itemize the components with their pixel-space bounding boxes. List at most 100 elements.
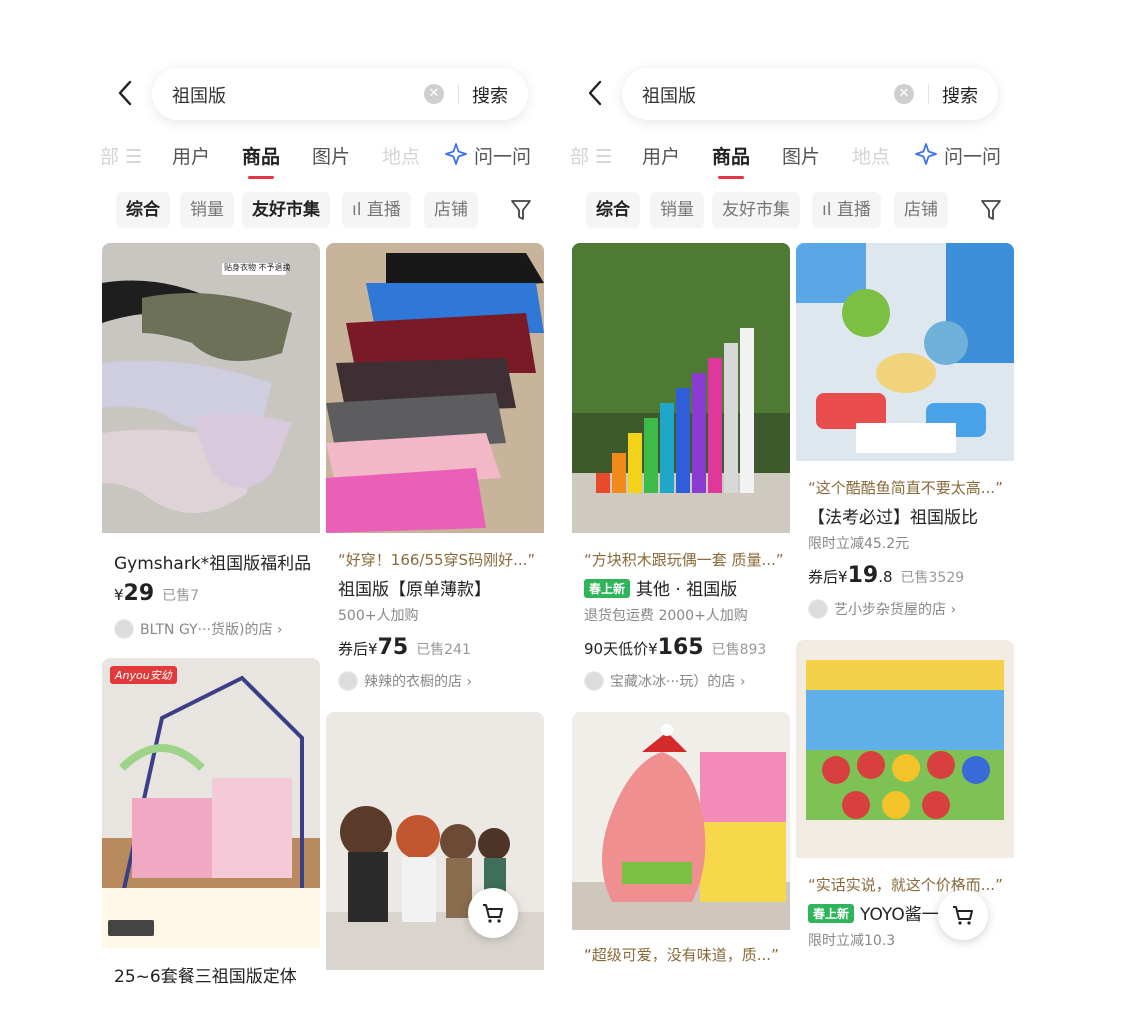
review-quote: “这个酷酷鱼简直不要太高...” <box>808 479 1003 497</box>
shop-link[interactable]: BLTN GY···货版)的店 › <box>114 619 283 639</box>
product-card[interactable] <box>326 712 544 1002</box>
chevron-right-icon: › <box>739 674 746 690</box>
product-title: 25~6套餐三祖国版定体 <box>114 967 297 987</box>
ask-sparkle-icon <box>444 142 468 166</box>
tab-ask[interactable]: 问一问 <box>474 142 531 169</box>
filter-lines-icon: ☰ <box>125 146 143 168</box>
cart-button[interactable] <box>468 888 518 938</box>
filter-live[interactable]: ıl 直播 <box>342 192 411 228</box>
product-image: 贴身衣物 不予退换 <box>102 243 320 533</box>
tab-users[interactable]: 用户 <box>172 142 210 169</box>
chevron-right-icon: › <box>950 602 957 618</box>
product-card[interactable]: Anyou安幼 25~6套餐三祖国版定体 <box>102 658 320 998</box>
search-button[interactable]: 搜索 <box>942 82 978 108</box>
product-image <box>796 243 1014 461</box>
tab-ask[interactable]: 问一问 <box>944 142 1001 169</box>
tab-places[interactable]: 地点 <box>852 142 890 169</box>
left-panel: 祖国版 ✕ 搜索 部 ☰ 用户 商品 图片 地点 问一问 综合 销量 友好市集 … <box>100 0 560 1017</box>
product-card[interactable]: 贴身衣物 不予退换 Gymshark*祖国版福利品 ¥29 已售7 BLTN GY… <box>102 243 320 643</box>
product-price: 90天低价¥165 已售893 <box>584 635 767 660</box>
product-card[interactable]: “好穿！166/55穿S码刚好...” 祖国版【原单薄款】 500+人加购 券后… <box>326 243 544 703</box>
cart-icon <box>953 906 973 925</box>
right-panel: 祖国版 ✕ 搜索 部 ☰ 用户 商品 图片 地点 问一问 综合 销量 友好市集 … <box>570 0 1030 1017</box>
chevron-right-icon: › <box>276 622 283 638</box>
search-bar[interactable]: 祖国版 ✕ 搜索 <box>622 68 998 120</box>
chart-bars-icon: ıl <box>352 200 367 220</box>
tab-products[interactable]: 商品 <box>242 142 280 179</box>
product-image <box>326 243 544 533</box>
search-bar[interactable]: 祖国版 ✕ 搜索 <box>152 68 528 120</box>
shop-link[interactable]: 宝藏冰冰···玩）的店 › <box>584 671 745 691</box>
clear-icon[interactable]: ✕ <box>424 84 444 104</box>
search-input[interactable]: 祖国版 <box>172 82 226 108</box>
product-sub: 限时立减45.2元 <box>808 536 910 552</box>
tab-bar: 部 ☰ 用户 商品 图片 地点 问一问 <box>100 142 560 182</box>
product-card[interactable]: “这个酷酷鱼简直不要太高...” 【法考必过】祖国版比 限时立减45.2元 券后… <box>796 243 1014 633</box>
product-card[interactable]: “超级可爱，没有味道，质...” <box>572 712 790 1002</box>
tab-all-partial[interactable]: 部 ☰ <box>100 142 142 169</box>
funnel-icon[interactable] <box>980 198 1002 222</box>
back-arrow-icon[interactable] <box>584 78 608 108</box>
shop-link[interactable]: 辣辣的衣橱的店 › <box>338 671 472 691</box>
funnel-icon[interactable] <box>510 198 532 222</box>
filter-friendly-market[interactable]: 友好市集 <box>242 192 330 228</box>
product-card[interactable]: “实话实说，就这个价格而...” 春上新 YOYO酱一 限时立减10.3 <box>796 640 1014 1000</box>
review-quote: “超级可爱，没有味道，质...” <box>584 946 779 964</box>
product-price: 券后¥19.8 已售3529 <box>808 563 965 588</box>
filter-bar: 综合 销量 友好市集 ıl 直播 店铺 <box>570 192 1030 228</box>
new-badge: 春上新 <box>584 579 631 598</box>
new-badge: 春上新 <box>808 904 855 923</box>
product-image <box>796 640 1014 858</box>
tab-products[interactable]: 商品 <box>712 142 750 179</box>
tab-images[interactable]: 图片 <box>312 142 350 169</box>
filter-shops[interactable]: 店铺 <box>424 192 478 228</box>
filter-sales[interactable]: 销量 <box>180 192 234 228</box>
product-sub: 500+人加购 <box>338 608 419 624</box>
search-input[interactable]: 祖国版 <box>642 82 696 108</box>
search-divider <box>928 84 929 104</box>
filter-live[interactable]: ıl 直播 <box>812 192 881 228</box>
filter-bar: 综合 销量 友好市集 ıl 直播 店铺 <box>100 192 560 228</box>
product-sub: 退货包运费 2000+人加购 <box>584 608 748 624</box>
tab-images[interactable]: 图片 <box>782 142 820 169</box>
clear-icon[interactable]: ✕ <box>894 84 914 104</box>
filter-friendly-market[interactable]: 友好市集 <box>712 192 800 228</box>
image-caption: 贴身衣物 不予退换 <box>224 263 291 272</box>
shop-avatar <box>114 619 134 639</box>
product-title: 【法考必过】祖国版比 <box>808 508 978 528</box>
tab-users[interactable]: 用户 <box>642 142 680 169</box>
filter-shops[interactable]: 店铺 <box>894 192 948 228</box>
tab-all-partial[interactable]: 部 ☰ <box>570 142 612 169</box>
filter-sales[interactable]: 销量 <box>650 192 704 228</box>
product-image <box>572 243 790 533</box>
back-arrow-icon[interactable] <box>114 78 138 108</box>
review-quote: “方块积木跟玩偶一套 质量...” <box>584 551 784 569</box>
filter-lines-icon: ☰ <box>595 146 613 168</box>
product-title: Gymshark*祖国版福利品 <box>114 554 312 574</box>
review-quote: “好穿！166/55穿S码刚好...” <box>338 551 536 569</box>
cart-button[interactable] <box>938 890 988 940</box>
product-price: ¥29 已售7 <box>114 581 200 606</box>
tab-places[interactable]: 地点 <box>382 142 420 169</box>
search-button[interactable]: 搜索 <box>472 82 508 108</box>
shop-avatar <box>808 599 828 619</box>
product-image <box>326 712 544 970</box>
product-card[interactable]: “方块积木跟玩偶一套 质量...” 春上新 其他 · 祖国版 退货包运费 2000… <box>572 243 790 703</box>
shop-link[interactable]: 艺小步杂货屋的店 › <box>808 599 956 619</box>
brand-tag: Anyou安幼 <box>110 666 177 684</box>
filter-overall[interactable]: 综合 <box>586 192 640 228</box>
product-sub: 限时立减10.3 <box>808 933 896 949</box>
chevron-right-icon: › <box>466 674 473 690</box>
tab-bar: 部 ☰ 用户 商品 图片 地点 问一问 <box>570 142 1030 182</box>
search-divider <box>458 84 459 104</box>
product-image <box>572 712 790 930</box>
filter-overall[interactable]: 综合 <box>116 192 170 228</box>
review-quote: “实话实说，就这个价格而...” <box>808 876 1003 894</box>
product-price: 券后¥75 已售241 <box>338 635 471 660</box>
shop-avatar <box>338 671 358 691</box>
product-title: 春上新 其他 · 祖国版 <box>584 575 790 600</box>
product-image: Anyou安幼 <box>102 658 320 948</box>
ask-sparkle-icon <box>914 142 938 166</box>
product-title: 祖国版【原单薄款】 <box>338 580 491 600</box>
chart-bars-icon: ıl <box>822 200 837 220</box>
